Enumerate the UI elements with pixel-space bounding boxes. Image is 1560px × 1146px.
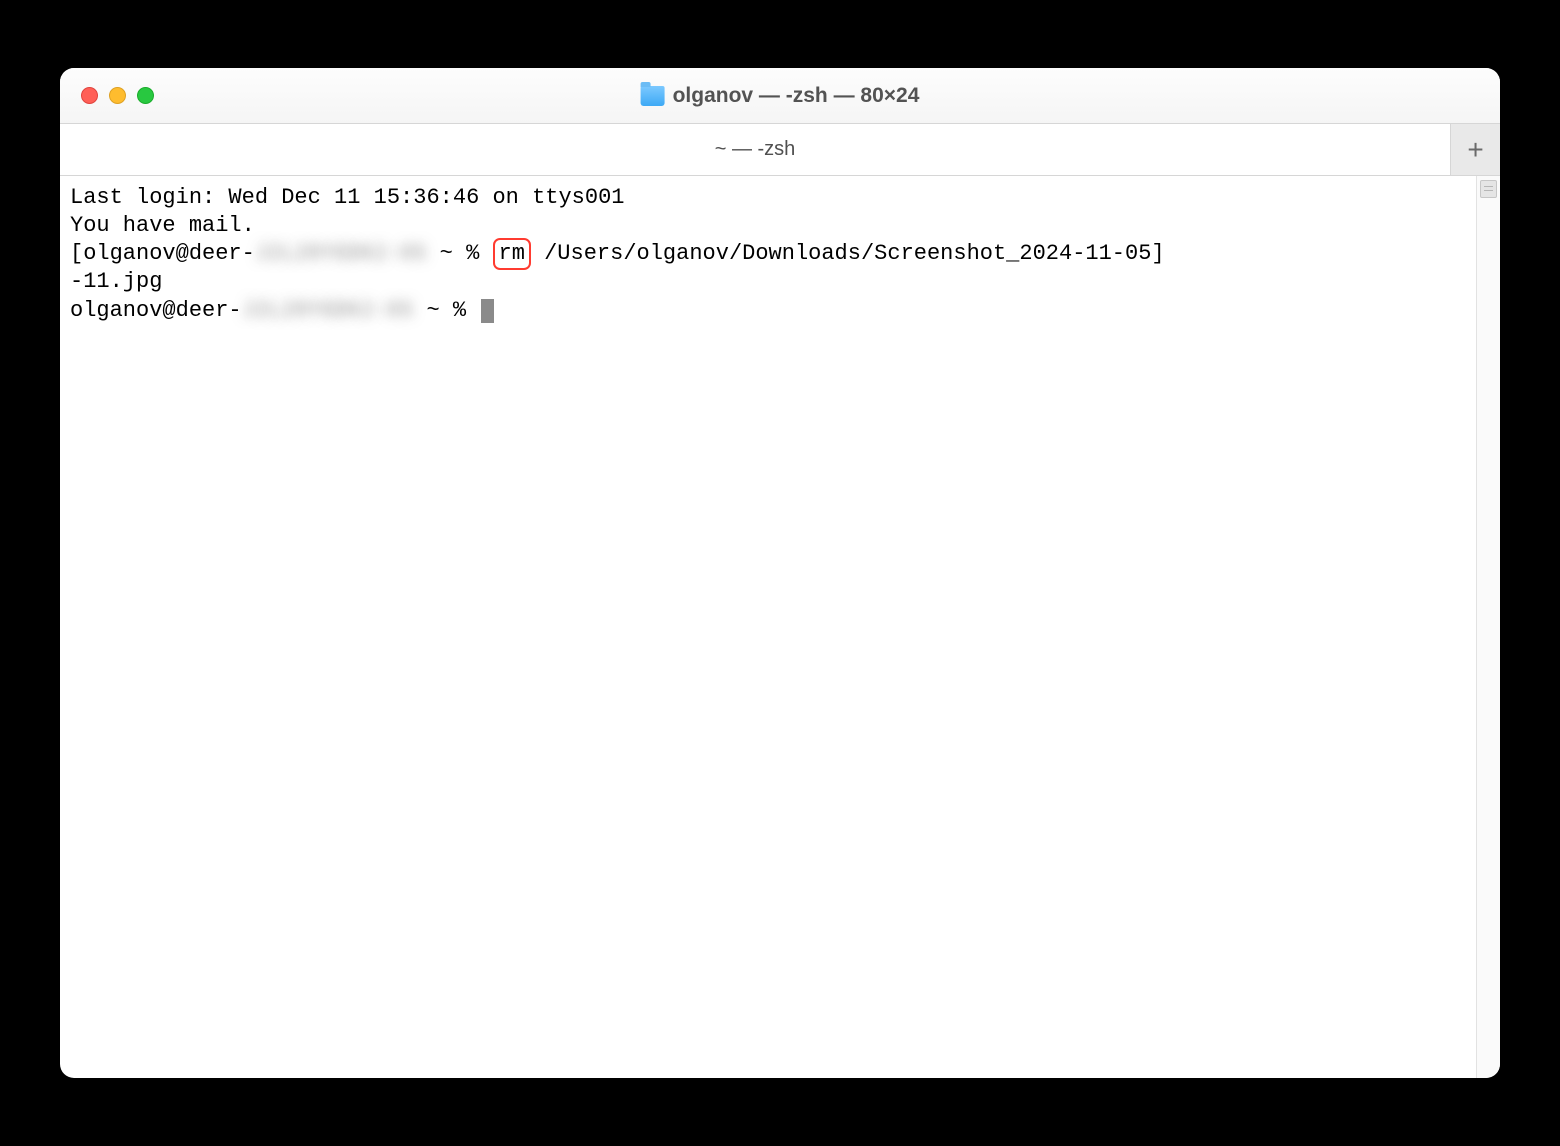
close-button[interactable] [81, 87, 98, 104]
titlebar[interactable]: olganov — -zsh — 80×24 [60, 68, 1500, 124]
cursor-icon [481, 299, 494, 323]
folder-icon [641, 86, 665, 106]
minimize-button[interactable] [109, 87, 126, 104]
plus-icon: + [1467, 134, 1483, 166]
terminal-window: olganov — -zsh — 80×24 ~ — -zsh + Last l… [60, 68, 1500, 1078]
scrollbar[interactable] [1476, 176, 1500, 1078]
prompt2-userhost: olganov@deer- [70, 298, 242, 323]
rm-command-highlight: rm [493, 238, 531, 270]
terminal-content[interactable]: Last login: Wed Dec 11 15:36:46 on ttys0… [60, 176, 1476, 1078]
command-wrap-line: -11.jpg [70, 269, 162, 294]
last-login-line: Last login: Wed Dec 11 15:36:46 on ttys0… [70, 185, 625, 210]
window-title-group: olganov — -zsh — 80×24 [641, 84, 920, 108]
mail-notice-line: You have mail. [70, 213, 255, 238]
tab-label: ~ — -zsh [715, 138, 796, 161]
new-tab-button[interactable]: + [1450, 124, 1500, 175]
tab-current[interactable]: ~ — -zsh [60, 124, 1450, 175]
prompt1-bracket-close: ] [1151, 241, 1164, 266]
prompt1-host-blurred: J2L20YGDK2-OS [255, 241, 427, 266]
maximize-button[interactable] [137, 87, 154, 104]
prompt1-symbol: ~ % [426, 241, 492, 266]
tabbar: ~ — -zsh + [60, 124, 1500, 176]
terminal-area: Last login: Wed Dec 11 15:36:46 on ttys0… [60, 176, 1500, 1078]
window-title: olganov — -zsh — 80×24 [673, 84, 920, 108]
prompt2-symbol: ~ % [413, 298, 479, 323]
prompt1-userhost: olganov@deer- [83, 241, 255, 266]
scrollbar-thumb[interactable] [1480, 180, 1497, 198]
traffic-lights [81, 87, 154, 104]
prompt1-bracket-open: [ [70, 241, 83, 266]
prompt2-host-blurred: J2L20YGDK2-OS [242, 298, 414, 323]
command-path: /Users/olganov/Downloads/Screenshot_2024… [531, 241, 1152, 266]
